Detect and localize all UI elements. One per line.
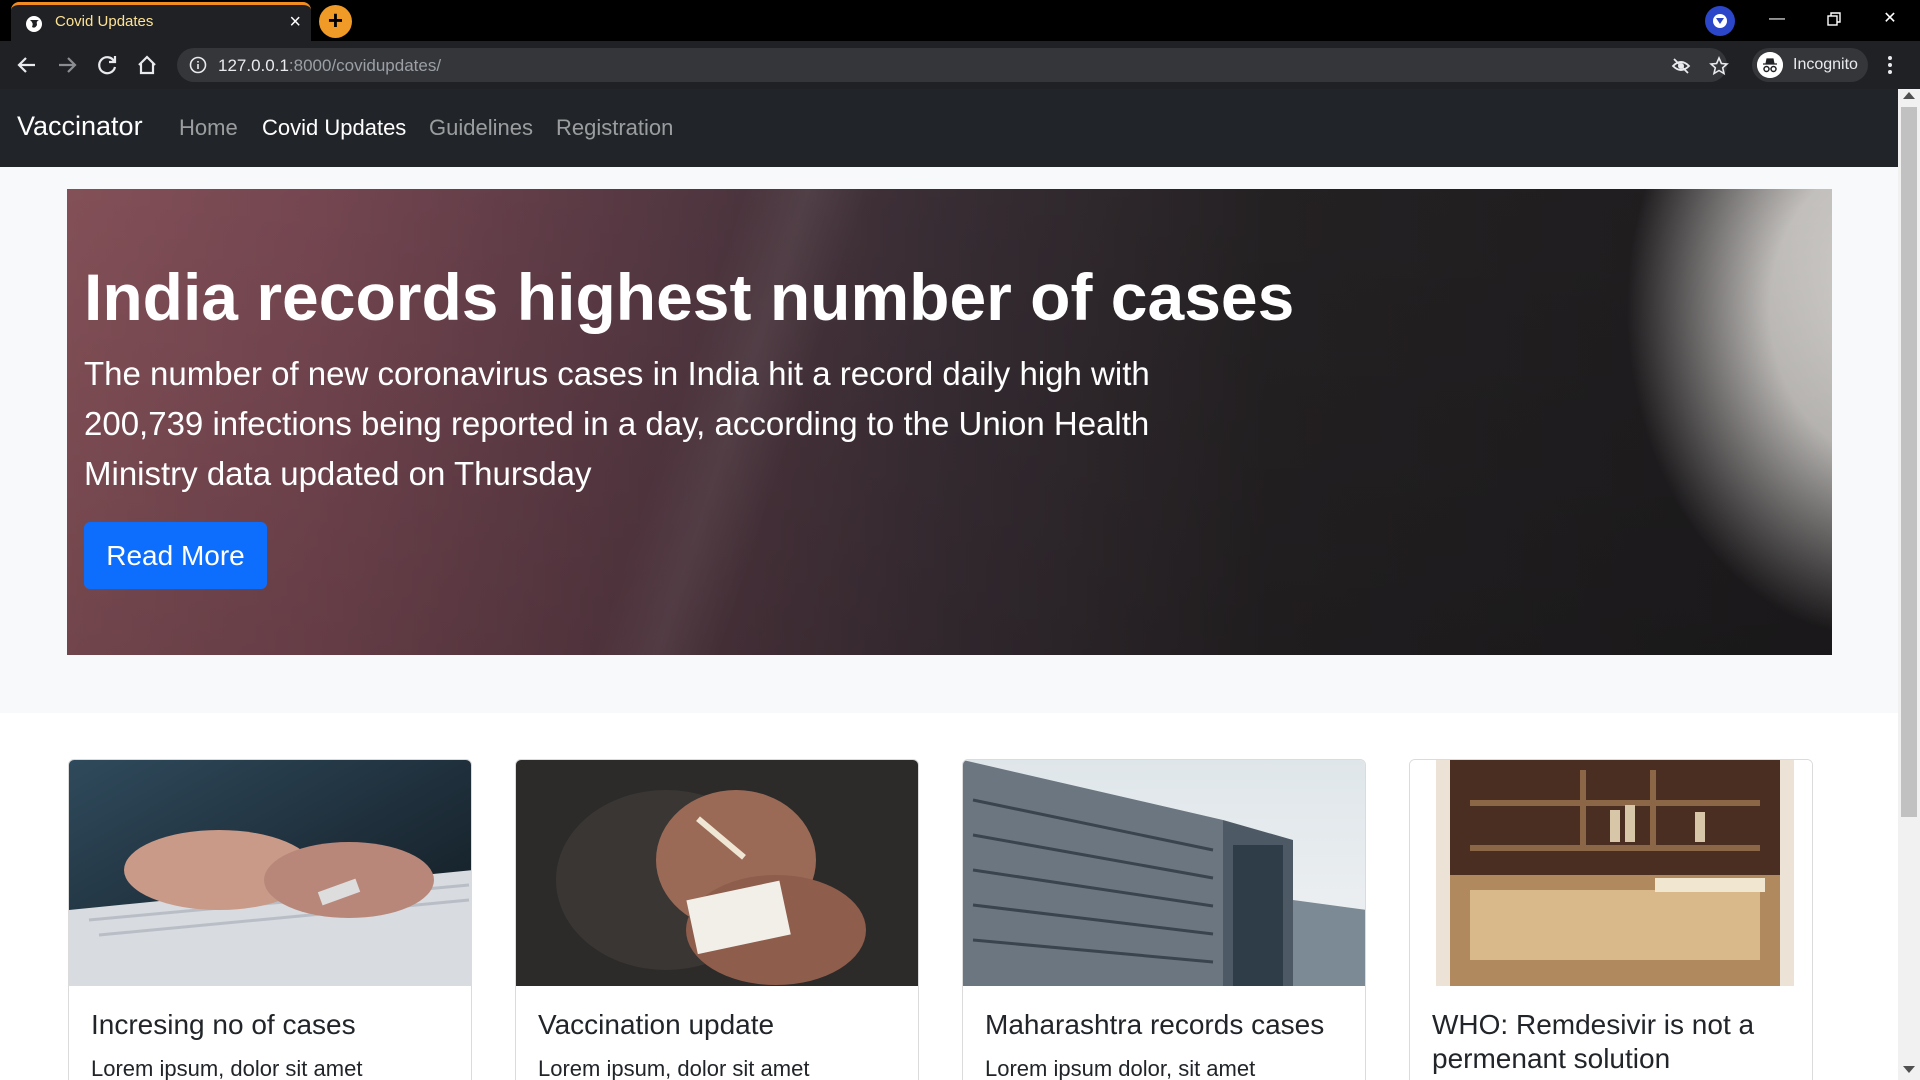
browser-profile-icon[interactable] [1705, 6, 1735, 36]
news-card[interactable]: WHO: Remdesivir is not a permenant solut… [1409, 759, 1813, 1080]
restore-icon [1827, 12, 1841, 26]
card-image [963, 760, 1365, 986]
news-card[interactable]: Vaccination update Lorem ipsum, dolor si… [515, 759, 919, 1080]
card-image [69, 760, 471, 986]
site-navbar: Vaccinator Home Covid Updates Guidelines… [0, 89, 1898, 167]
tab-title: Covid Updates [55, 13, 154, 30]
new-tab-button[interactable]: + [319, 5, 352, 38]
site-info-icon[interactable] [189, 56, 207, 74]
card-title: Incresing no of cases [91, 1009, 356, 1040]
close-window-button[interactable]: ✕ [1866, 0, 1914, 38]
card-text: Lorem ipsum, dolor sit amet [538, 1056, 810, 1080]
forward-arrow-icon[interactable] [53, 51, 81, 79]
browser-toolbar: 127.0.0.1:8000/covidupdates/ Incognito [0, 41, 1920, 89]
card-text: Lorem ipsum, dolor sit amet [91, 1056, 363, 1080]
more-menu-icon[interactable] [1885, 51, 1895, 79]
restore-window-button[interactable] [1810, 0, 1858, 38]
card-image [516, 760, 918, 986]
tab-close-icon[interactable]: × [289, 10, 301, 34]
bookmark-star-icon[interactable] [1709, 56, 1729, 76]
card-title: Vaccination update [538, 1009, 775, 1040]
navbar-brand[interactable]: Vaccinator [17, 111, 143, 142]
hero-banner: India records highest number of cases Th… [67, 189, 1832, 655]
nav-link-guidelines[interactable]: Guidelines [429, 115, 533, 141]
scroll-down-icon[interactable] [1903, 1066, 1915, 1073]
page-scrollbar[interactable] [1898, 89, 1920, 1080]
hero-section: India records highest number of cases Th… [0, 167, 1898, 713]
scroll-up-icon[interactable] [1903, 92, 1915, 99]
browser-tab-bar: Covid Updates × + — ✕ [0, 0, 1920, 41]
nav-link-covid-updates[interactable]: Covid Updates [262, 115, 406, 141]
incognito-label: Incognito [1793, 56, 1858, 73]
url-text[interactable]: 127.0.0.1:8000/covidupdates/ [218, 56, 441, 76]
card-image [1410, 760, 1812, 986]
card-title: WHO: Remdesivir is not a permenant solut… [1432, 1009, 1755, 1074]
home-icon[interactable] [133, 51, 161, 79]
card-text: Lorem ipsum dolor, sit amet [985, 1056, 1256, 1080]
nav-link-home[interactable]: Home [179, 115, 238, 141]
incognito-indicator[interactable]: Incognito [1752, 48, 1868, 82]
scrollbar-thumb[interactable] [1901, 107, 1917, 817]
address-bar[interactable]: 127.0.0.1:8000/covidupdates/ [177, 48, 1729, 82]
read-more-button[interactable]: Read More [84, 522, 267, 589]
back-arrow-icon[interactable] [13, 51, 41, 79]
incognito-icon [1757, 52, 1783, 78]
news-card[interactable]: Maharashtra records cases Lorem ipsum do… [962, 759, 1366, 1080]
minimize-window-button[interactable]: — [1753, 0, 1801, 38]
globe-icon [26, 16, 42, 32]
hero-title: India records highest number of cases [84, 260, 1295, 334]
nav-link-registration[interactable]: Registration [556, 115, 673, 141]
card-title: Maharashtra records cases [985, 1009, 1325, 1040]
browser-tab[interactable]: Covid Updates × [11, 2, 311, 41]
reload-icon[interactable] [93, 51, 121, 79]
hero-text: The number of new coronavirus cases in I… [84, 355, 1150, 492]
page-viewport: Vaccinator Home Covid Updates Guidelines… [0, 89, 1898, 1080]
eye-slash-icon[interactable] [1671, 56, 1691, 76]
news-card[interactable]: Incresing no of cases Lorem ipsum, dolor… [68, 759, 472, 1080]
